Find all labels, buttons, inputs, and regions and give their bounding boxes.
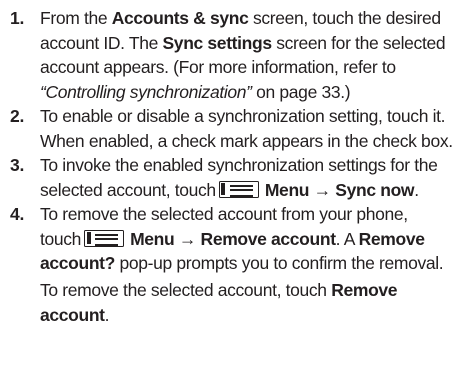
menu-icon — [84, 229, 125, 247]
step-2-line-2: When enabled, a check mark appears in th… — [40, 129, 453, 154]
text: . — [414, 179, 419, 200]
step-number: 4. — [10, 204, 25, 224]
text: . — [104, 304, 110, 325]
sync-settings-screen-label: Sync settings — [162, 32, 272, 53]
step-4-line-5: account. — [40, 303, 109, 328]
step-1-line-1: From the Accounts & sync screen, touch t… — [40, 6, 441, 31]
text: on page 33.) — [251, 81, 351, 102]
step-1-line-2: account ID. The Sync settings screen for… — [40, 31, 446, 56]
step-number: 1. — [10, 8, 25, 28]
account-label: account — [40, 304, 105, 325]
text: To invoke the enabled synchronization se… — [40, 155, 438, 175]
step-3-line-2: selected account, touch Menu → Sync now. — [40, 178, 419, 203]
text: . A — [335, 228, 359, 249]
popup-title-label: account? — [40, 253, 115, 273]
step-4-line-3: account? pop-up prompts you to confirm t… — [40, 251, 444, 276]
cross-reference-link: “Controlling synchronization” — [40, 81, 252, 102]
text: account appears. (For more information, … — [40, 57, 396, 77]
text: screen, touch the desired — [248, 8, 441, 28]
menu-sync-now-path: Menu → Sync now — [264, 179, 415, 200]
step-number: 2. — [10, 106, 25, 126]
text: From the — [40, 8, 112, 28]
step-1-line-3: account appears. (For more information, … — [40, 55, 396, 80]
menu-icon — [218, 180, 259, 198]
text: To remove the selected account, touch — [40, 280, 332, 300]
remove-label: Remove — [331, 280, 398, 300]
text: To enable or disable a synchronization s… — [40, 106, 446, 126]
text: account ID. The — [40, 32, 163, 53]
step-3-line-1: To invoke the enabled synchronization se… — [40, 153, 438, 178]
step-number: 3. — [10, 155, 25, 175]
text: selected account, touch — [40, 179, 216, 200]
step-4-line-4: To remove the selected account, touch Re… — [40, 278, 398, 303]
remove-label: Remove — [358, 228, 425, 249]
text: touch — [40, 228, 82, 249]
step-2-line-1: To enable or disable a synchronization s… — [40, 104, 446, 129]
step-1-line-4: “Controlling synchronization” on page 33… — [40, 80, 351, 105]
text: When enabled, a check mark appears in th… — [40, 130, 453, 151]
menu-remove-account-path: Menu → Remove account — [130, 228, 336, 249]
step-4-line-2: touch Menu → Remove account. A Remove — [40, 227, 425, 252]
text: screen for the selected — [271, 32, 446, 53]
text: To remove the selected account from your… — [40, 204, 408, 224]
text: pop-up prompts you to confirm the remova… — [115, 253, 444, 273]
step-4-line-1: To remove the selected account from your… — [40, 202, 408, 227]
accounts-sync-screen-label: Accounts & sync — [111, 8, 249, 28]
